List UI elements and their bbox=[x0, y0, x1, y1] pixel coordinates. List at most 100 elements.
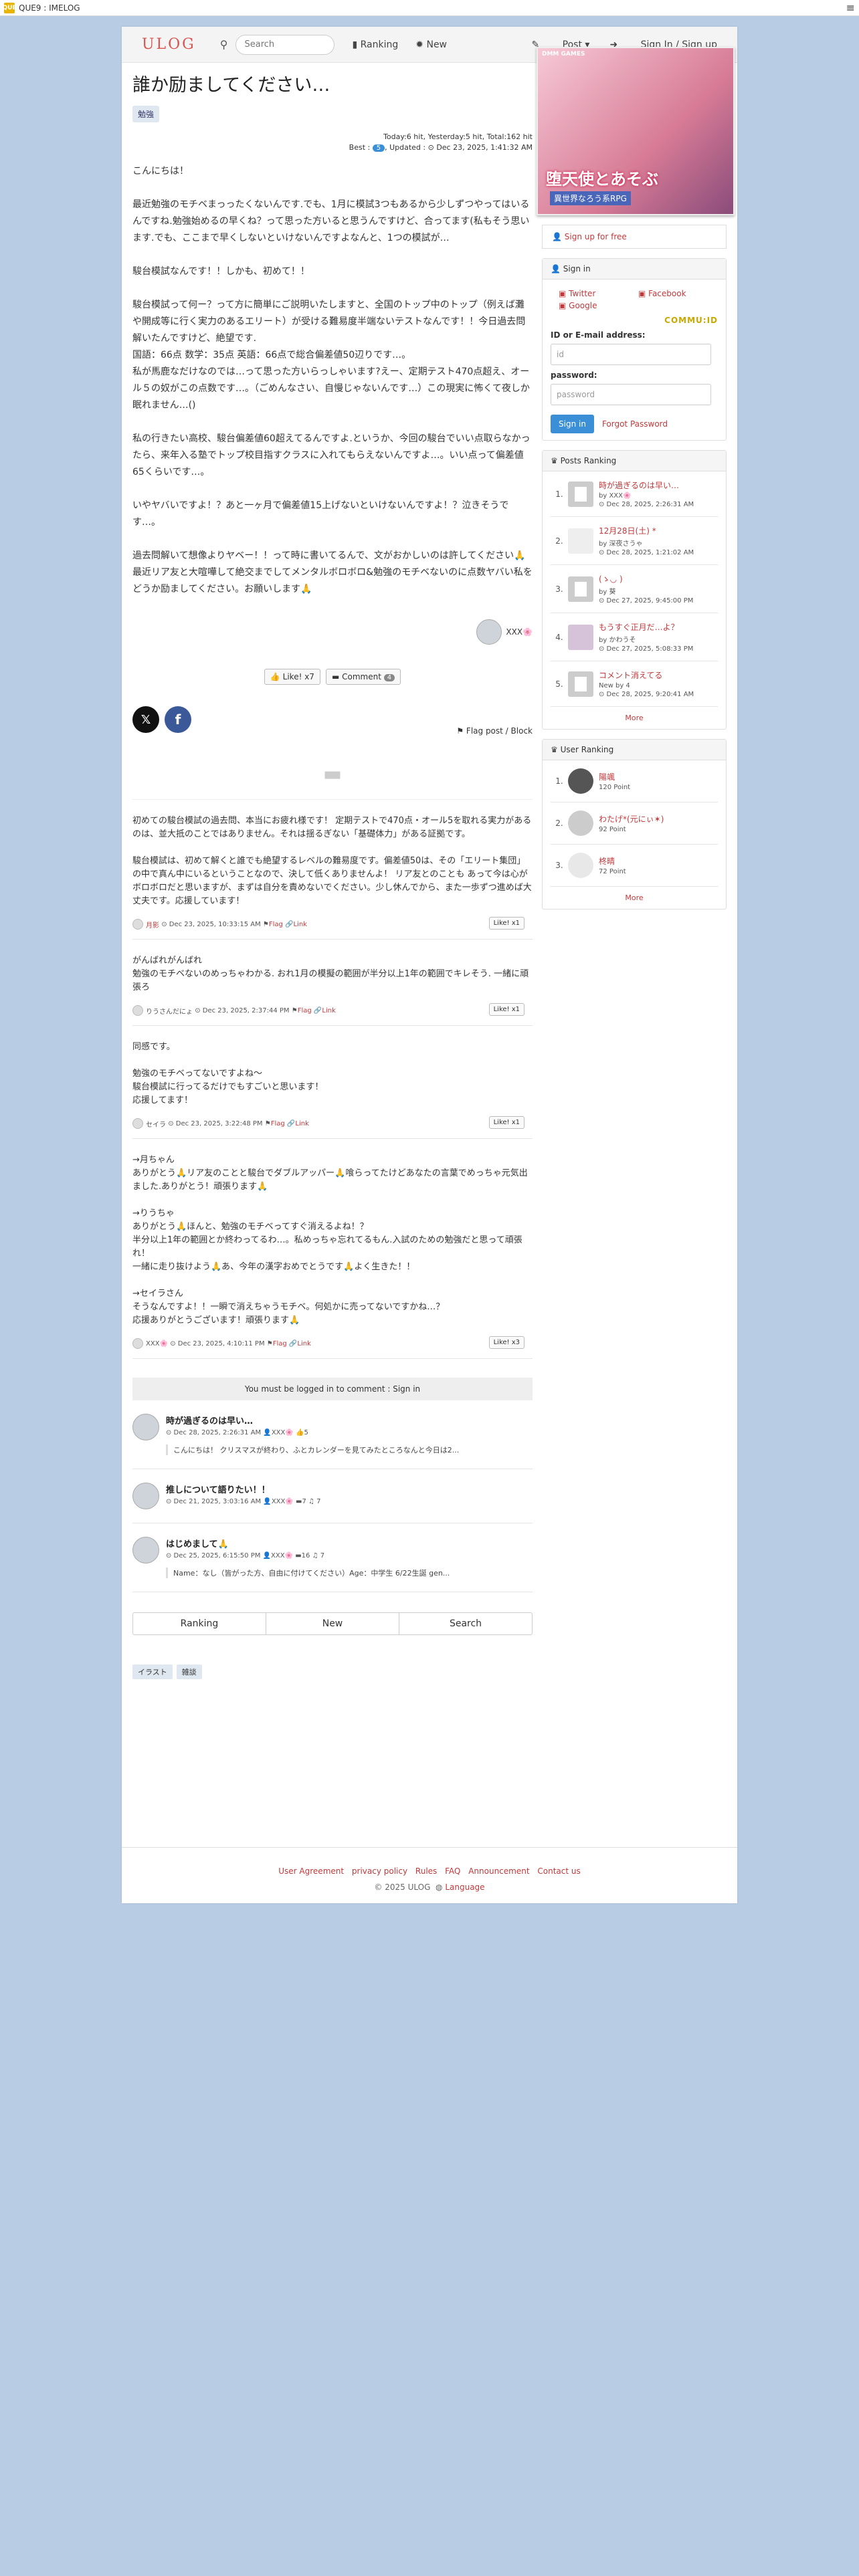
id-input[interactable]: id bbox=[551, 344, 711, 365]
related-title[interactable]: 推しについて語りたい！！ bbox=[166, 1483, 321, 1495]
hit-stats: Today:6 hit, Yesterday:5 hit, Total:162 … bbox=[383, 132, 533, 141]
comment-item: がんばれがんばれ 勉強のモチベないのめっちゃわかる. おれ1月の模擬の範囲が半分… bbox=[132, 940, 533, 1026]
best-label: Best : bbox=[349, 143, 371, 152]
posts-ranking-title: Posts Ranking bbox=[560, 456, 617, 465]
signin-button[interactable]: Sign in bbox=[551, 415, 594, 433]
user-points: 92 Point bbox=[599, 826, 626, 833]
rank-author: by XXX🌸 bbox=[599, 492, 632, 500]
related-count: 16 ♫ 7 bbox=[301, 1552, 325, 1560]
comment-button[interactable]: ▬ Comment 4 bbox=[325, 669, 401, 685]
posts-ranking-item[interactable]: 4. もうすぐ正月だ…よ？ by かわうそ ⊙ Dec 27, 2025, 5:08:… bbox=[551, 613, 718, 661]
language-link[interactable]: Language bbox=[445, 1883, 484, 1892]
flag-icon: ⚑ bbox=[456, 726, 466, 736]
nav-ranking[interactable]: ▮ Ranking bbox=[352, 39, 398, 50]
comment-text: →月ちゃん ありがとう🙏リア友のことと駿台でダブルアッパー🙏喰らってたけどあなた… bbox=[132, 1155, 528, 1325]
comment-flag[interactable]: Flag bbox=[271, 1120, 285, 1128]
footer-link-agreement[interactable]: User Agreement bbox=[278, 1866, 344, 1876]
flag-post-link[interactable]: ⚑ Flag post / Block bbox=[132, 726, 533, 736]
bottom-new-button[interactable]: New bbox=[266, 1613, 399, 1634]
user-ranking-item[interactable]: 3. 柊晴 72 Point bbox=[551, 845, 718, 887]
search-input[interactable] bbox=[235, 34, 335, 55]
comment-user[interactable]: 月影 bbox=[146, 920, 159, 930]
facebook-login[interactable]: ▣ Facebook bbox=[638, 289, 718, 298]
anime-thumbnail bbox=[568, 624, 593, 650]
related-post[interactable]: はじめまして🙏 ⊙ Dec 25, 2025, 6:15:50 PM 👤XXX🌸… bbox=[132, 1523, 533, 1592]
posts-ranking-panel: ♛ Posts Ranking 1. 時が過ぎるのは早い… by XXX🌸 ⊙ Dec… bbox=[542, 450, 727, 730]
bottom-search-button[interactable]: Search bbox=[399, 1613, 532, 1634]
signup-link[interactable]: 👤 Sign up for free bbox=[542, 225, 727, 249]
search-icon[interactable]: ⚲ bbox=[220, 38, 228, 51]
forgot-password-link[interactable]: Forgot Password bbox=[602, 419, 668, 429]
footer-link-contact[interactable]: Contact us bbox=[537, 1866, 580, 1876]
comment-avatar bbox=[132, 919, 143, 930]
posts-more-link[interactable]: More bbox=[551, 707, 718, 729]
posts-ranking-item[interactable]: 3. (ゝ◡ ) by 葵 ⊙ Dec 27, 2025, 9:45:00 PM bbox=[551, 565, 718, 613]
rank-date: ⊙ Dec 27, 2025, 5:08:33 PM bbox=[599, 645, 694, 653]
comment-text: がんばれがんばれ 勉強のモチベないのめっちゃわかる. おれ1月の模擬の範囲が半分… bbox=[132, 956, 529, 992]
comment-link[interactable]: Link bbox=[295, 1120, 308, 1128]
twitter-login[interactable]: ▣ Twitter bbox=[559, 289, 638, 298]
bottom-ranking-button[interactable]: Ranking bbox=[133, 1613, 266, 1634]
tag-illust[interactable]: イラスト bbox=[132, 1665, 173, 1679]
x-share-icon[interactable]: 𝕏 bbox=[132, 706, 159, 733]
globe-icon: ◍ bbox=[436, 1883, 443, 1892]
comment-like-button[interactable]: Like! x1 bbox=[488, 917, 524, 930]
comment-user[interactable]: りうさんだにょ bbox=[146, 1006, 193, 1016]
nav-new[interactable]: ✹ New bbox=[415, 39, 447, 50]
comment-link[interactable]: Link bbox=[297, 1340, 310, 1348]
comments-bubble-icon: ▬ bbox=[132, 762, 533, 800]
post-title: 誰か励ましてください… bbox=[132, 75, 330, 96]
related-post[interactable]: 推しについて語りたい！！ ⊙ Dec 21, 2025, 3:03:16 AM … bbox=[132, 1469, 533, 1523]
comment-flag[interactable]: Flag bbox=[273, 1340, 287, 1348]
id-label: ID or E-mail address: bbox=[551, 330, 646, 340]
posts-ranking-item[interactable]: 1. 時が過ぎるのは早い… by XXX🌸 ⊙ Dec 28, 2025, 2:26:… bbox=[551, 471, 718, 517]
app-logo: QUE bbox=[2, 2, 17, 13]
document-icon bbox=[568, 481, 593, 507]
menu-icon[interactable]: ≡ bbox=[846, 1, 855, 14]
comment-link[interactable]: Link bbox=[294, 921, 307, 928]
posts-ranking-item[interactable]: 5. コメント消えてる New by 4 ⊙ Dec 28, 2025, 9:20:4… bbox=[551, 661, 718, 707]
user-ranking-item[interactable]: 2. わたげ*(元にぃ✶) 92 Point bbox=[551, 802, 718, 845]
footer-link-rules[interactable]: Rules bbox=[415, 1866, 437, 1876]
users-more-link[interactable]: More bbox=[551, 887, 718, 909]
google-login[interactable]: ▣ Google bbox=[559, 301, 638, 310]
footer-link-announcement[interactable]: Announcement bbox=[468, 1866, 529, 1876]
comment-flag[interactable]: Flag bbox=[269, 921, 283, 928]
comment-like-button[interactable]: Like! x3 bbox=[488, 1336, 524, 1349]
best-badge: 5 bbox=[372, 144, 385, 152]
comment-meta: りうさんだにょ ⊙ Dec 23, 2025, 2:37:44 PM ⚑ Flag… bbox=[132, 1005, 533, 1016]
ad-banner[interactable]: DMM GAMES 堕天使とあそぶ 異世界なろう系RPG bbox=[537, 47, 735, 215]
crown-icon: ♛ bbox=[551, 456, 561, 465]
post-author[interactable]: XXX🌸 bbox=[132, 619, 533, 645]
rank-number: 4. bbox=[555, 632, 563, 642]
related-title[interactable]: 時が過ぎるのは早い… bbox=[166, 1414, 459, 1426]
comment-item: 初めての駿台模試の過去問、本当にお疲れ様です！ 定期テストで470点・オール5を… bbox=[132, 800, 533, 940]
login-required-note[interactable]: You must be logged in to comment : Sign … bbox=[132, 1378, 533, 1400]
post-tag[interactable]: 勉強 bbox=[132, 106, 160, 122]
user-ranking-item[interactable]: 1. 陽颯 120 Point bbox=[551, 760, 718, 802]
comment-like-button[interactable]: Like! x1 bbox=[488, 1003, 524, 1016]
tag-chat[interactable]: 雑談 bbox=[176, 1665, 202, 1679]
rank-date: ⊙ Dec 28, 2025, 2:26:31 AM bbox=[599, 501, 694, 508]
comment-like-button[interactable]: Like! x1 bbox=[488, 1116, 524, 1129]
related-post[interactable]: 時が過ぎるのは早い… ⊙ Dec 28, 2025, 2:26:31 AM 👤X… bbox=[132, 1400, 533, 1469]
password-input[interactable]: password bbox=[551, 384, 711, 405]
comment-link[interactable]: Link bbox=[322, 1007, 335, 1014]
avatar bbox=[568, 768, 593, 794]
footer-link-privacy[interactable]: privacy policy bbox=[352, 1866, 407, 1876]
footer-link-faq[interactable]: FAQ bbox=[445, 1866, 460, 1876]
facebook-share-icon[interactable]: f bbox=[165, 706, 191, 733]
rank-title: もうすぐ正月だ…よ？ bbox=[599, 623, 679, 632]
commu-id-logo[interactable]: COMMU:ID bbox=[551, 316, 718, 325]
comment-user[interactable]: セイラ bbox=[146, 1119, 166, 1129]
site-brand[interactable]: ULOG bbox=[142, 36, 196, 53]
ad-subtitle: 異世界なろう系RPG bbox=[550, 191, 631, 205]
copyright: © 2025 ULOG bbox=[374, 1883, 431, 1892]
like-button[interactable]: 👍 Like! x7 bbox=[264, 669, 320, 685]
posts-ranking-item[interactable]: 2. 12月28日(土) * by 深夜さうゃ ⊙ Dec 28, 2025, 1:2… bbox=[551, 517, 718, 565]
comment-user[interactable]: XXX🌸 bbox=[146, 1340, 168, 1348]
comment-date: ⊙ Dec 23, 2025, 4:10:11 PM bbox=[170, 1339, 265, 1348]
comment-flag[interactable]: Flag bbox=[298, 1007, 312, 1014]
user-name: 柊晴 bbox=[599, 857, 615, 866]
related-title[interactable]: はじめまして🙏 bbox=[166, 1537, 450, 1549]
